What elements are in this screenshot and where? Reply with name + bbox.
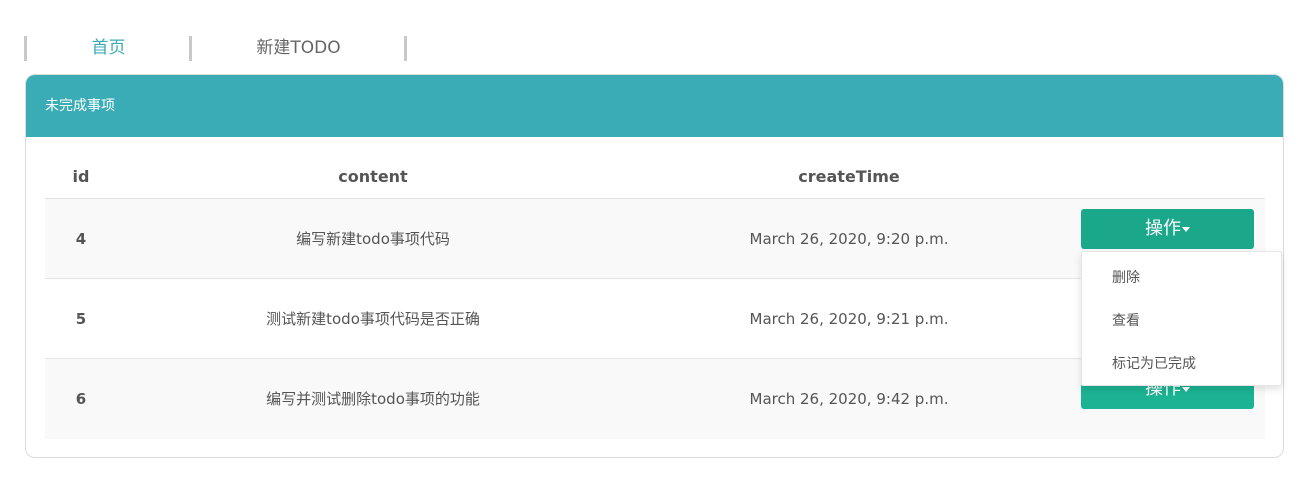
tab-home[interactable]: 首页 xyxy=(27,36,190,61)
cell-create-time: March 26, 2020, 9:20 p.m. xyxy=(749,230,949,248)
column-header-create-time: createTime xyxy=(798,167,900,186)
menu-item-view[interactable]: 查看 xyxy=(1112,309,1140,333)
cell-id: 4 xyxy=(75,230,87,248)
cell-content: 编写新建todo事项代码 xyxy=(296,230,450,248)
cell-content: 测试新建todo事项代码是否正确 xyxy=(266,310,480,328)
action-button-label: 操作 xyxy=(1145,218,1181,239)
menu-item-mark-complete[interactable]: 标记为已完成 xyxy=(1112,352,1196,376)
caret-down-icon xyxy=(1182,386,1190,392)
table-header: id content createTime xyxy=(45,162,1265,199)
cell-create-time: March 26, 2020, 9:21 p.m. xyxy=(749,310,949,328)
cell-create-time: March 26, 2020, 9:42 p.m. xyxy=(749,390,949,408)
action-dropdown-button[interactable]: 操作 xyxy=(1081,209,1254,249)
cell-id: 6 xyxy=(75,390,87,408)
top-nav: 首页 新建TODO xyxy=(24,36,424,61)
cell-id: 5 xyxy=(75,310,87,328)
caret-down-icon xyxy=(1182,226,1190,232)
tab-new-todo[interactable]: 新建TODO xyxy=(192,36,405,61)
menu-item-delete[interactable]: 删除 xyxy=(1112,266,1140,290)
action-dropdown-menu: 删除 查看 标记为已完成 xyxy=(1081,251,1282,386)
nav-separator xyxy=(404,36,407,61)
column-header-content: content xyxy=(338,167,408,186)
column-header-id: id xyxy=(72,167,90,186)
panel-title: 未完成事项 xyxy=(26,75,1283,137)
cell-content: 编写并测试删除todo事项的功能 xyxy=(266,390,480,408)
